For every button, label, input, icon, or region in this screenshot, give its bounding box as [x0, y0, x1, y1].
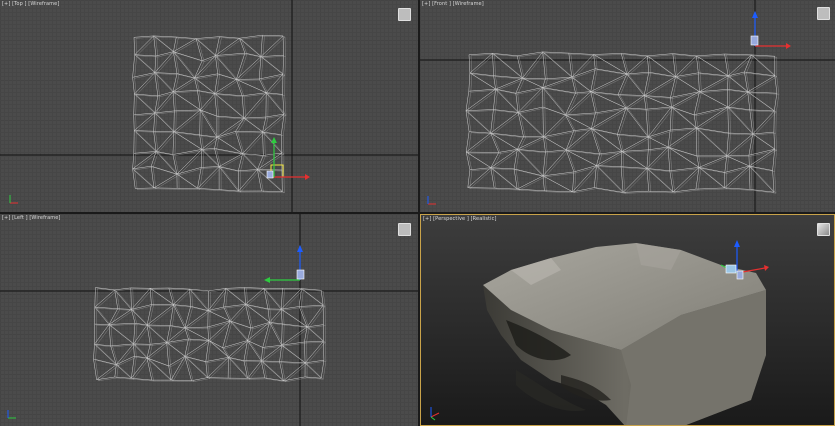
viewport-label[interactable]: [+] [Perspective ] [Realistic] [423, 216, 497, 222]
world-axis-icon [427, 196, 436, 205]
viewport-divider-horizontal[interactable] [0, 212, 835, 214]
viewcube-icon[interactable] [398, 223, 411, 236]
rock-wireframe-top [132, 34, 287, 194]
perspective-viewport-canvas [430, 240, 769, 425]
front-viewport-canvas [420, 0, 835, 212]
left-viewport-canvas [0, 214, 418, 426]
move-gizmo-icon [266, 137, 310, 180]
top-viewport-canvas [0, 0, 418, 212]
front-viewport[interactable]: [+] [Front ] [Wireframe] [420, 0, 835, 212]
move-gizmo-icon [264, 245, 305, 283]
rock-wireframe-front [465, 51, 780, 194]
wireframe-edges [93, 287, 325, 382]
world-axis-icon [7, 410, 16, 419]
move-gizmo-icon [750, 11, 791, 49]
viewport-layout: [+] [Top ] [Wireframe] [+] [Front ] [Wir… [0, 0, 835, 426]
wireframe-back-edges [134, 35, 287, 194]
viewcube-icon[interactable] [817, 7, 830, 20]
top-viewport[interactable]: [+] [Top ] [Wireframe] [0, 0, 418, 212]
viewcube-icon[interactable] [817, 223, 830, 236]
viewport-label[interactable]: [+] [Left ] [Wireframe] [2, 215, 60, 221]
world-axis-icon [430, 407, 440, 421]
viewcube-icon[interactable] [398, 8, 411, 21]
rock-wireframe-left [93, 287, 327, 383]
perspective-viewport[interactable]: [+] [Perspective ] [Realistic] [420, 214, 835, 426]
viewport-label[interactable]: [+] [Front ] [Wireframe] [422, 1, 484, 7]
world-axis-icon [9, 195, 18, 204]
wireframe-back-edges [95, 288, 327, 383]
rock-mesh-realistic [483, 243, 766, 425]
left-viewport[interactable]: [+] [Left ] [Wireframe] [0, 214, 418, 426]
viewport-label[interactable]: [+] [Top ] [Wireframe] [2, 1, 59, 7]
